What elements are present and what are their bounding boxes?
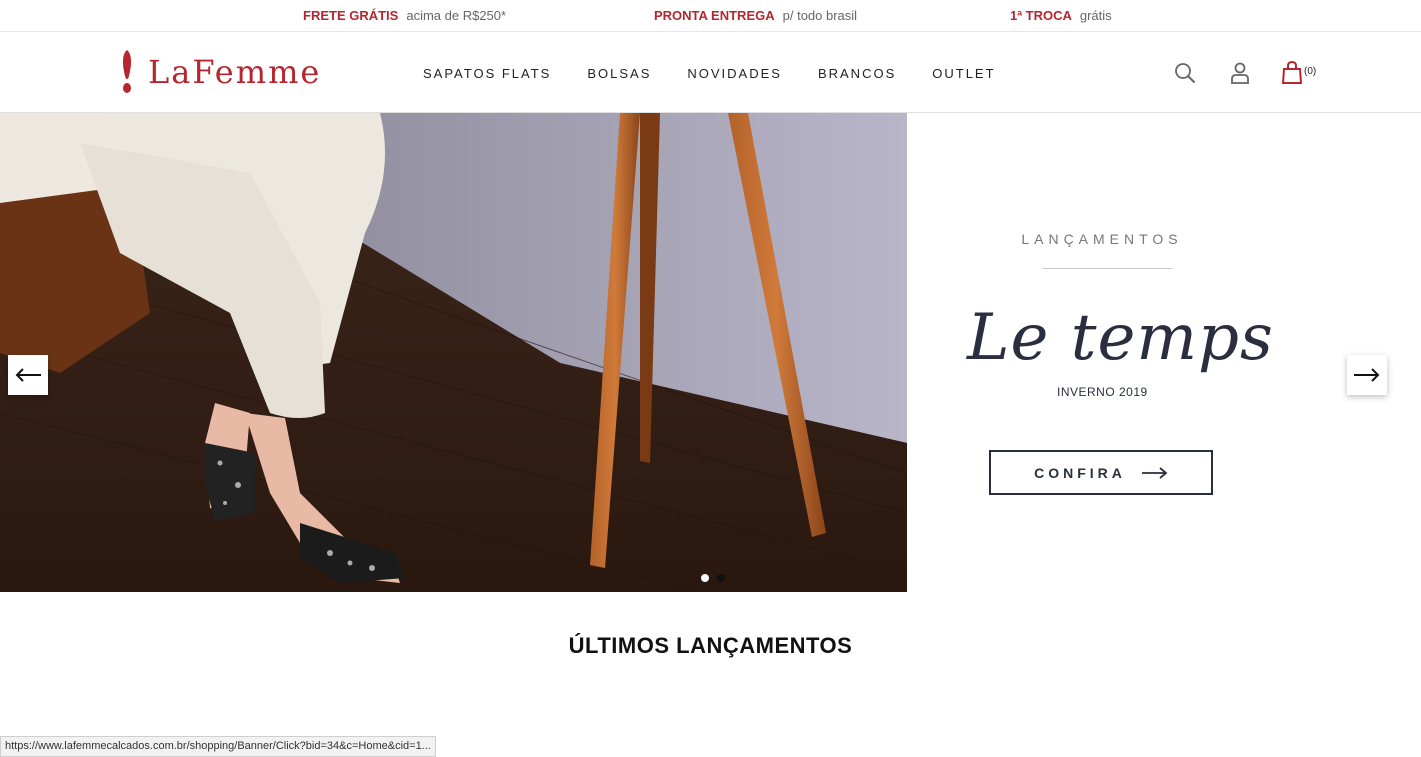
heel-drop-icon <box>122 50 132 93</box>
shopping-bag-icon <box>1281 60 1303 84</box>
promo-bar: FRETE GRÁTIS acima de R$250* PRONTA ENTRE… <box>0 0 1421 32</box>
arrow-right-icon <box>1141 466 1168 479</box>
account-button[interactable] <box>1227 60 1253 86</box>
promo-highlight: 1ª TROCA <box>1010 8 1072 23</box>
cart-count: (0) <box>1304 66 1317 77</box>
promo-text: p/ todo brasil <box>782 8 858 23</box>
promo-highlight: FRETE GRÁTIS <box>303 8 399 23</box>
site-header: LaFemme SAPATOS FLATS BOLSAS NOVIDADES B… <box>0 32 1421 113</box>
brand-logo-text: LaFemme <box>148 53 322 91</box>
browser-status-bar: https://www.lafemmecalcados.com.br/shopp… <box>0 736 436 757</box>
collection-title: Le temps <box>967 301 1274 375</box>
divider <box>1042 268 1172 269</box>
nav-item-bolsas[interactable]: BOLSAS <box>587 66 651 81</box>
brand-logo[interactable]: LaFemme <box>120 50 321 94</box>
promo-free-shipping: FRETE GRÁTIS acima de R$250* <box>303 8 506 23</box>
carousel-dot-1[interactable] <box>701 574 709 582</box>
search-icon <box>1175 63 1195 83</box>
promo-highlight: PRONTA ENTREGA <box>654 8 775 23</box>
main-nav: SAPATOS FLATS BOLSAS NOVIDADES BRANCOS O… <box>423 66 1032 81</box>
launch-label: LANÇAMENTOS <box>1021 231 1183 247</box>
nav-item-brancos[interactable]: BRANCOS <box>818 66 896 81</box>
nav-item-sapatos-flats[interactable]: SAPATOS FLATS <box>423 66 551 81</box>
hero-photo[interactable] <box>0 113 907 592</box>
cart-button[interactable]: (0) <box>1280 60 1324 86</box>
promo-ready-delivery: PRONTA ENTREGA p/ todo brasil <box>654 8 857 23</box>
nav-item-outlet[interactable]: OUTLET <box>932 66 995 81</box>
search-button[interactable] <box>1172 60 1198 86</box>
promo-first-exchange: 1ª TROCA grátis <box>1010 8 1112 23</box>
carousel-dot-2[interactable] <box>717 574 725 582</box>
nav-item-novidades[interactable]: NOVIDADES <box>687 66 782 81</box>
user-icon <box>1231 62 1249 84</box>
promo-text: grátis <box>1079 8 1112 23</box>
carousel-dots <box>701 574 733 582</box>
arrow-right-icon <box>1354 368 1380 382</box>
hero-banner: LANÇAMENTOS Le temps INVERNO 2019 CONFIR… <box>0 113 1421 592</box>
confira-button-label: CONFIRA <box>1034 464 1126 481</box>
carousel-next-button[interactable] <box>1347 355 1387 395</box>
section-title: ÚLTIMOS LANÇAMENTOS <box>568 633 853 658</box>
carousel-prev-button[interactable] <box>8 355 48 395</box>
confira-button[interactable]: CONFIRA <box>989 450 1213 495</box>
hero-text-panel: LANÇAMENTOS Le temps INVERNO 2019 CONFIR… <box>907 113 1421 592</box>
promo-text: acima de R$250* <box>406 8 507 23</box>
collection-season: INVERNO 2019 <box>1057 385 1148 399</box>
arrow-left-icon <box>15 368 41 382</box>
hero-photo-illustration <box>0 113 907 592</box>
